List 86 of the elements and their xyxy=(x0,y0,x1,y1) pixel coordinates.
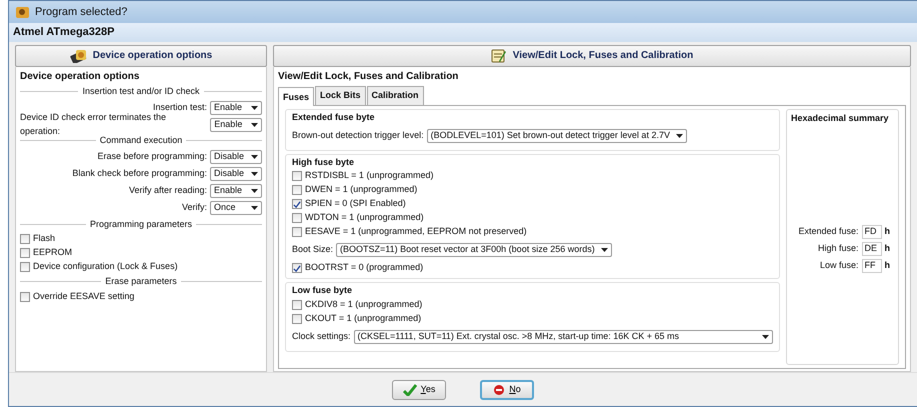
option-label: Erase before programming: xyxy=(97,150,207,164)
caret-icon xyxy=(251,172,258,176)
checkbox-label: DWEN = 1 (unprogrammed) xyxy=(305,183,418,196)
checkbox[interactable] xyxy=(292,300,302,310)
option-label: Verify after reading: xyxy=(128,184,207,198)
chip-icon xyxy=(70,48,87,62)
tab[interactable]: Calibration xyxy=(366,86,424,105)
app-icon xyxy=(15,4,30,20)
dropdown[interactable]: (BODLEVEL=101) Set brown-out detect trigger level at 2.7V xyxy=(426,128,687,142)
dropdown[interactable]: Disable xyxy=(210,167,262,181)
checkbox-label: BOOTRST = 0 (programmed) xyxy=(305,261,424,274)
checkbox-label: CKDIV8 = 1 (unprogrammed) xyxy=(305,298,422,311)
checkbox-label: Device configuration (Lock & Fuses) xyxy=(33,260,178,274)
checkbox-label: WDTON = 1 (unprogrammed) xyxy=(305,211,424,224)
caret-icon xyxy=(251,122,258,126)
field-label: Low fuse: xyxy=(820,259,858,272)
option-label: Device ID check error terminates the operation: xyxy=(20,111,168,136)
group-title: Hexadecimal summary xyxy=(791,112,890,125)
dropdown[interactable]: Enable xyxy=(210,100,262,114)
checkbox[interactable] xyxy=(292,227,302,237)
checkbox[interactable] xyxy=(292,314,302,324)
checkbox[interactable] xyxy=(292,263,302,273)
hex-field[interactable]: FD xyxy=(862,225,882,239)
checkbox-label: EEPROM xyxy=(33,246,72,260)
checkbox[interactable] xyxy=(292,171,302,181)
field-label: Clock settings: xyxy=(292,330,351,343)
caret-icon xyxy=(251,155,258,159)
option-label: Insertion test: xyxy=(152,100,207,114)
checkbox-label: Flash xyxy=(33,232,56,246)
dropdown[interactable]: (CKSEL=1111, SUT=11) Ext. crystal osc. >8 MHz, start-up time: 16K CK + 65 ms xyxy=(354,330,773,344)
check-icon xyxy=(293,200,301,208)
option-label: Verify: xyxy=(182,201,207,214)
option-label: Blank check before programming: xyxy=(72,167,207,180)
group-label: Programming parameters xyxy=(90,218,192,231)
group-label: Command execution xyxy=(100,134,182,147)
tab[interactable]: Fuses xyxy=(278,86,314,106)
checkbox-label: SPIEN = 0 (SPI Enabled) xyxy=(305,197,406,210)
stop-icon xyxy=(493,384,506,396)
checkbox[interactable] xyxy=(20,248,30,258)
caret-icon xyxy=(676,134,683,138)
no-button[interactable]: No xyxy=(480,380,534,400)
check-icon xyxy=(293,264,301,272)
field-label: Boot Size: xyxy=(292,243,334,256)
checkbox[interactable] xyxy=(292,185,302,195)
checkbox-label: Override EESAVE setting xyxy=(33,290,134,303)
checkbox-label: CKOUT = 1 (unprogrammed) xyxy=(305,312,422,325)
section-heading: Device operation options xyxy=(20,70,140,84)
yes-button[interactable]: Yes xyxy=(392,380,446,400)
hex-field[interactable]: FF xyxy=(862,259,882,273)
fuse-icon xyxy=(490,48,507,62)
checkbox[interactable] xyxy=(20,234,30,244)
dropdown[interactable]: Enable xyxy=(210,118,262,132)
tab[interactable]: Lock Bits xyxy=(315,86,366,105)
field-label: High fuse: xyxy=(818,242,858,256)
caret-icon xyxy=(600,248,608,252)
dropdown[interactable]: (BOOTSZ=11) Boot reset vector at 3F00h (boot size 256 words) xyxy=(336,243,612,257)
checkbox[interactable] xyxy=(292,199,302,209)
group-label: Erase parameters xyxy=(105,275,177,288)
check-icon xyxy=(402,384,417,396)
unit-label: h xyxy=(884,259,890,272)
caret-icon xyxy=(251,189,258,193)
window-title: Program selected? xyxy=(35,4,128,20)
group-title: Extended fuse byte xyxy=(292,111,376,124)
dropdown[interactable]: Once xyxy=(210,201,262,215)
section-heading: View/Edit Lock, Fuses and Calibration xyxy=(278,70,460,84)
checkbox-label: EESAVE = 1 (unprogrammed, EEPROM not preserved) xyxy=(305,225,527,238)
group-title: Low fuse byte xyxy=(292,284,354,297)
unit-label: h xyxy=(884,242,890,256)
caret-icon xyxy=(251,206,258,210)
unit-label: h xyxy=(884,225,890,238)
checkbox-label: RSTDISBL = 1 (unprogrammed) xyxy=(305,169,434,182)
dropdown[interactable]: Disable xyxy=(210,150,262,164)
field-label: Brown-out detection trigger level: xyxy=(292,128,424,142)
checkbox[interactable] xyxy=(292,213,302,223)
device-options-header[interactable]: Device operation options xyxy=(15,44,267,66)
group-label: Insertion test and/or ID check xyxy=(82,84,200,98)
fuses-header[interactable]: View/Edit Lock, Fuses and Calibration xyxy=(273,44,911,66)
field-label: Extended fuse: xyxy=(798,225,858,238)
checkbox[interactable] xyxy=(20,292,30,302)
group-title: High fuse byte xyxy=(292,156,356,169)
caret-icon xyxy=(762,334,769,338)
caret-icon xyxy=(251,106,258,110)
device-name: Atmel ATmega328P xyxy=(9,23,917,42)
dropdown[interactable]: Enable xyxy=(210,184,262,198)
checkbox[interactable] xyxy=(20,262,30,272)
hex-field[interactable]: DE xyxy=(862,242,882,256)
